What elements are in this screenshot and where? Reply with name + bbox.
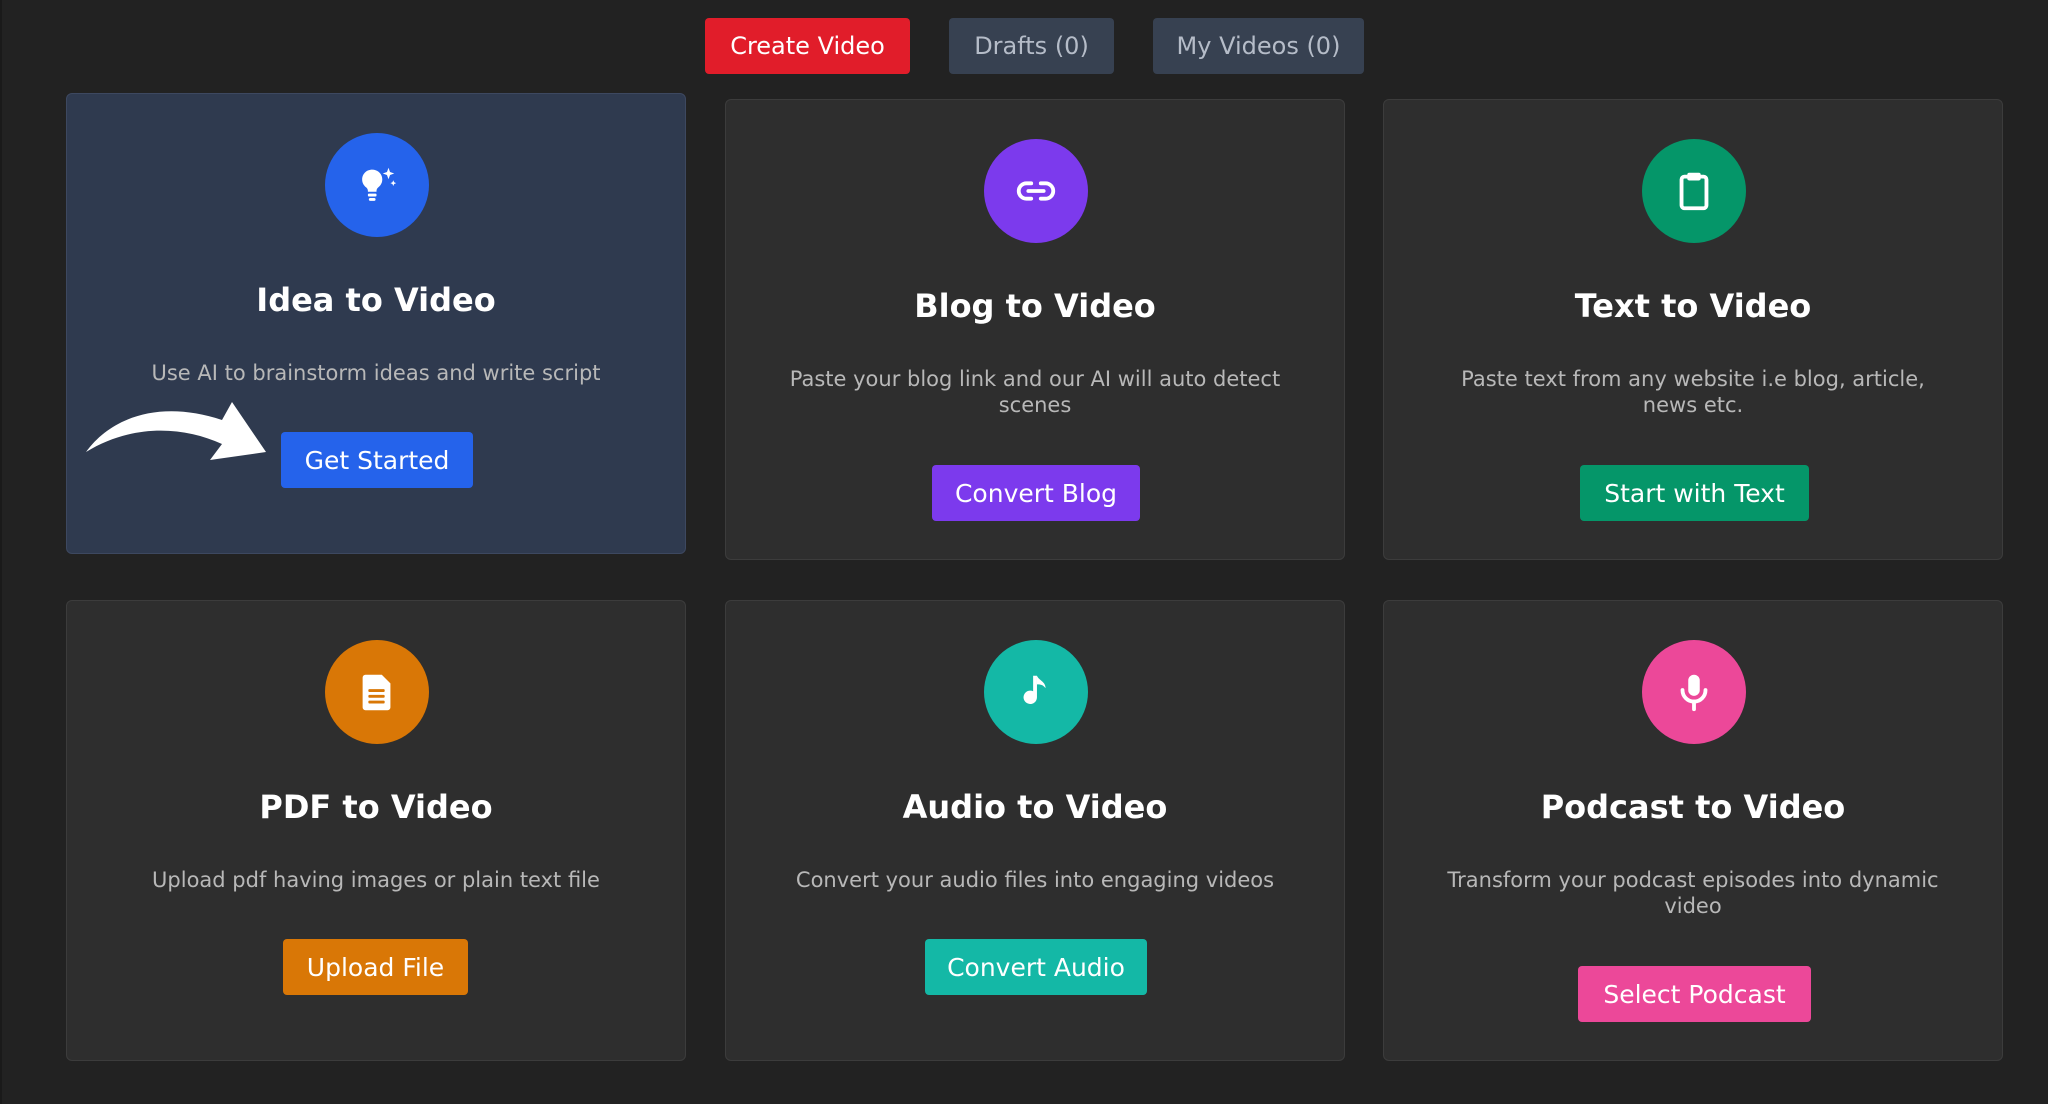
microphone-icon <box>1642 640 1746 744</box>
music-note-icon <box>984 640 1088 744</box>
start-with-text-button[interactable]: Start with Text <box>1580 465 1809 521</box>
card-title: Text to Video <box>1574 287 1812 325</box>
card-title: Blog to Video <box>914 287 1156 325</box>
card-description: Upload pdf having images or plain text f… <box>152 868 600 892</box>
upload-file-button[interactable]: Upload File <box>283 939 468 995</box>
card-idea-to-video[interactable]: Idea to Video Use AI to brainstorm ideas… <box>66 93 686 554</box>
page: Create Video Drafts (0) My Videos (0) Id… <box>0 0 2048 1104</box>
tab-create-video[interactable]: Create Video <box>705 18 910 74</box>
card-title: Podcast to Video <box>1540 788 1846 826</box>
document-icon <box>325 640 429 744</box>
card-blog-to-video[interactable]: Blog to Video Paste your blog link and o… <box>725 99 1345 560</box>
card-title: Audio to Video <box>902 788 1168 826</box>
card-description: Paste your blog link and our AI will aut… <box>789 367 1281 417</box>
card-title: Idea to Video <box>256 281 496 319</box>
card-description: Transform your podcast episodes into dyn… <box>1447 868 1939 918</box>
link-icon <box>984 139 1088 243</box>
card-text-to-video[interactable]: Text to Video Paste text from any websit… <box>1383 99 2003 560</box>
card-description: Convert your audio files into engaging v… <box>795 868 1275 892</box>
card-pdf-to-video[interactable]: PDF to Video Upload pdf having images or… <box>66 600 686 1061</box>
tab-drafts[interactable]: Drafts (0) <box>949 18 1114 74</box>
card-description: Paste text from any website i.e blog, ar… <box>1461 367 1925 417</box>
select-podcast-button[interactable]: Select Podcast <box>1578 966 1811 1022</box>
tab-my-videos[interactable]: My Videos (0) <box>1153 18 1364 74</box>
clipboard-icon <box>1642 139 1746 243</box>
get-started-button[interactable]: Get Started <box>281 432 473 488</box>
convert-audio-button[interactable]: Convert Audio <box>925 939 1147 995</box>
card-podcast-to-video[interactable]: Podcast to Video Transform your podcast … <box>1383 600 2003 1061</box>
card-title: PDF to Video <box>259 788 493 826</box>
convert-blog-button[interactable]: Convert Blog <box>932 465 1140 521</box>
card-description: Use AI to brainstorm ideas and write scr… <box>151 361 601 385</box>
lightbulb-sparkle-icon <box>325 133 429 237</box>
arrow-pointer-icon <box>86 402 266 460</box>
card-audio-to-video[interactable]: Audio to Video Convert your audio files … <box>725 600 1345 1061</box>
tab-bar: Create Video Drafts (0) My Videos (0) <box>2 18 2048 74</box>
